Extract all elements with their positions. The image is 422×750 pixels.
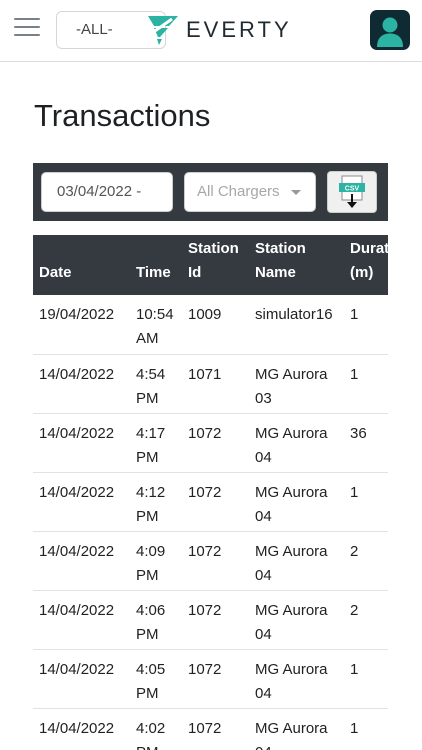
everty-logo: EVERTY xyxy=(146,12,292,48)
table-row[interactable]: 14/04/2022 4:09 PM 1072 MG Aurora 04 2 xyxy=(33,531,388,591)
cell-time: 4:05 PM xyxy=(130,649,182,709)
cell-station-id: 1072 xyxy=(182,472,249,532)
transactions-table-container[interactable]: Date Time StationId StationName Durati(m… xyxy=(33,235,388,750)
column-header-time[interactable]: Time xyxy=(130,235,182,295)
table-row[interactable]: 14/04/2022 4:17 PM 1072 MG Aurora 04 36 xyxy=(33,413,388,473)
hamburger-menu-icon[interactable] xyxy=(14,18,40,40)
cell-time: 4:17 PM xyxy=(130,413,182,473)
column-header-date[interactable]: Date xyxy=(33,235,130,295)
cell-time: 4:02PM xyxy=(130,708,182,750)
cell-station-name: MG Aurora04 xyxy=(249,531,344,591)
cell-date: 14/04/2022 xyxy=(33,531,130,591)
cell-time: 10:54 AM xyxy=(130,295,182,355)
cell-date: 19/04/2022 xyxy=(33,295,130,355)
cell-station-name: MG Aurora04 xyxy=(249,472,344,532)
cell-time: 4:54 PM xyxy=(130,354,182,414)
cell-duration: 1 xyxy=(344,649,388,709)
csv-download-icon: CSV xyxy=(339,175,365,208)
cell-duration: 2 xyxy=(344,531,388,591)
cell-duration: 1 xyxy=(344,472,388,532)
table-row[interactable]: 14/04/2022 4:12 PM 1072 MG Aurora 04 1 xyxy=(33,472,388,532)
date-range-value: 03/04/2022 - xyxy=(57,183,142,200)
cell-station-id: 1072 xyxy=(182,413,249,473)
cell-station-name: MG Aurora04 xyxy=(249,708,344,750)
cell-time: 4:06 PM xyxy=(130,590,182,650)
table-row[interactable]: 19/04/2022 10:54 AM 1009 simulator16 1 xyxy=(33,295,388,355)
csv-export-button[interactable]: CSV xyxy=(327,171,377,213)
cell-duration: 2 xyxy=(344,590,388,650)
column-header-duration[interactable]: Durati(m) xyxy=(344,235,388,295)
cell-station-id: 1072 xyxy=(182,649,249,709)
table-header-row: Date Time StationId StationName Durati(m… xyxy=(33,235,388,295)
cell-date: 14/04/2022 xyxy=(33,590,130,650)
table-row[interactable]: 14/04/2022 4:05 PM 1072 MG Aurora 04 1 xyxy=(33,649,388,709)
user-avatar-icon xyxy=(377,17,403,47)
cell-duration: 1 xyxy=(344,295,388,355)
csv-label: CSV xyxy=(345,186,360,193)
charger-select-value: All Chargers xyxy=(197,183,280,200)
cell-duration: 36 xyxy=(344,413,388,473)
cell-station-id: 1072 xyxy=(182,708,249,750)
user-avatar-button[interactable] xyxy=(370,10,410,50)
charger-select[interactable]: All Chargers xyxy=(184,172,316,212)
cell-time: 4:09 PM xyxy=(130,531,182,591)
table-body: 19/04/2022 10:54 AM 1009 simulator16 1 14/04/2… xyxy=(33,295,388,750)
cell-date: 14/04/2022 xyxy=(33,354,130,414)
cell-date: 14/04/2022 xyxy=(33,413,130,473)
cell-duration: 1 xyxy=(344,708,388,750)
everty-logo-mark-icon xyxy=(148,16,178,45)
cell-date: 14/04/2022 xyxy=(33,708,130,750)
cell-station-name: simulator16 xyxy=(249,295,344,355)
page-title: Transactions xyxy=(34,98,211,133)
cell-date: 14/04/2022 xyxy=(33,472,130,532)
filter-bar: 03/04/2022 - All Chargers CSV xyxy=(33,163,388,221)
top-navbar: -ALL- EVERTY xyxy=(0,0,422,62)
site-select-value: -ALL- xyxy=(76,21,113,38)
cell-station-name: MG Aurora04 xyxy=(249,649,344,709)
column-header-station-name[interactable]: Station Name xyxy=(249,235,344,295)
table-row[interactable]: 14/04/2022 4:54 PM 1071 MG Aurora 03 1 xyxy=(33,354,388,414)
column-header-station-id[interactable]: Station Id xyxy=(182,235,249,295)
cell-station-name: MG Aurora 03 xyxy=(249,354,344,414)
transactions-table: Date Time StationId StationName Durati(m… xyxy=(33,235,388,750)
cell-duration: 1 xyxy=(344,354,388,414)
table-row[interactable]: 14/04/2022 4:06 PM 1072 MG Aurora 04 2 xyxy=(33,590,388,650)
cell-station-id: 1009 xyxy=(182,295,249,355)
cell-station-id: 1072 xyxy=(182,531,249,591)
cell-time: 4:12 PM xyxy=(130,472,182,532)
cell-station-name: MG Aurora04 xyxy=(249,590,344,650)
cell-station-name: MG Aurora04 xyxy=(249,413,344,473)
logo-wordmark: EVERTY xyxy=(186,17,292,42)
cell-date: 14/04/2022 xyxy=(33,649,130,709)
chevron-down-icon xyxy=(291,190,301,195)
cell-station-id: 1071 xyxy=(182,354,249,414)
cell-station-id: 1072 xyxy=(182,590,249,650)
date-range-input[interactable]: 03/04/2022 - xyxy=(41,172,173,212)
table-row[interactable]: 14/04/20224:02PM1072MG Aurora041 xyxy=(33,708,388,750)
